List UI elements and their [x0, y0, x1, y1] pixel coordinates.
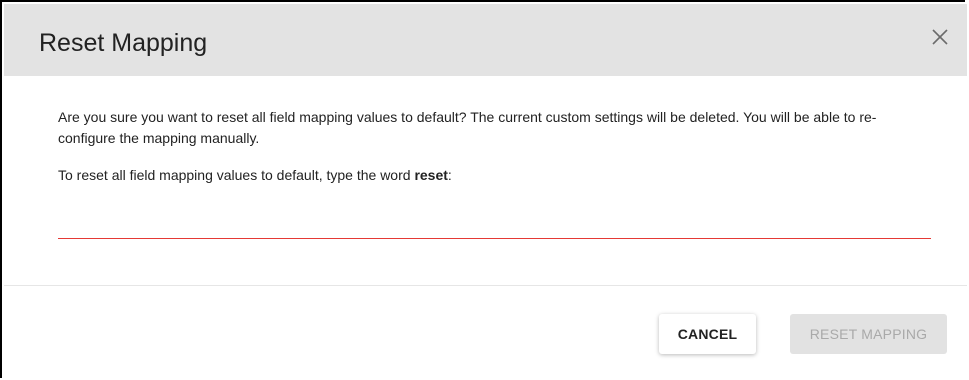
dialog-message: Are you sure you want to reset all field… [58, 109, 877, 146]
close-button[interactable] [927, 24, 953, 50]
close-icon [932, 29, 948, 45]
instruction-text: To reset all field mapping values to def… [58, 167, 415, 183]
footer-divider [4, 285, 967, 286]
reset-mapping-dialog: Reset Mapping Are you sure you want to r… [0, 0, 967, 378]
reset-mapping-button[interactable]: RESET MAPPING [790, 314, 947, 354]
instruction-keyword: reset [414, 167, 448, 183]
dialog-header: Reset Mapping [4, 4, 967, 76]
reset-confirmation-input[interactable] [58, 207, 931, 239]
reset-instruction: To reset all field mapping values to def… [58, 165, 452, 185]
cancel-button[interactable]: CANCEL [659, 314, 756, 354]
instruction-suffix: : [447, 167, 452, 183]
dialog-title: Reset Mapping [39, 29, 208, 57]
